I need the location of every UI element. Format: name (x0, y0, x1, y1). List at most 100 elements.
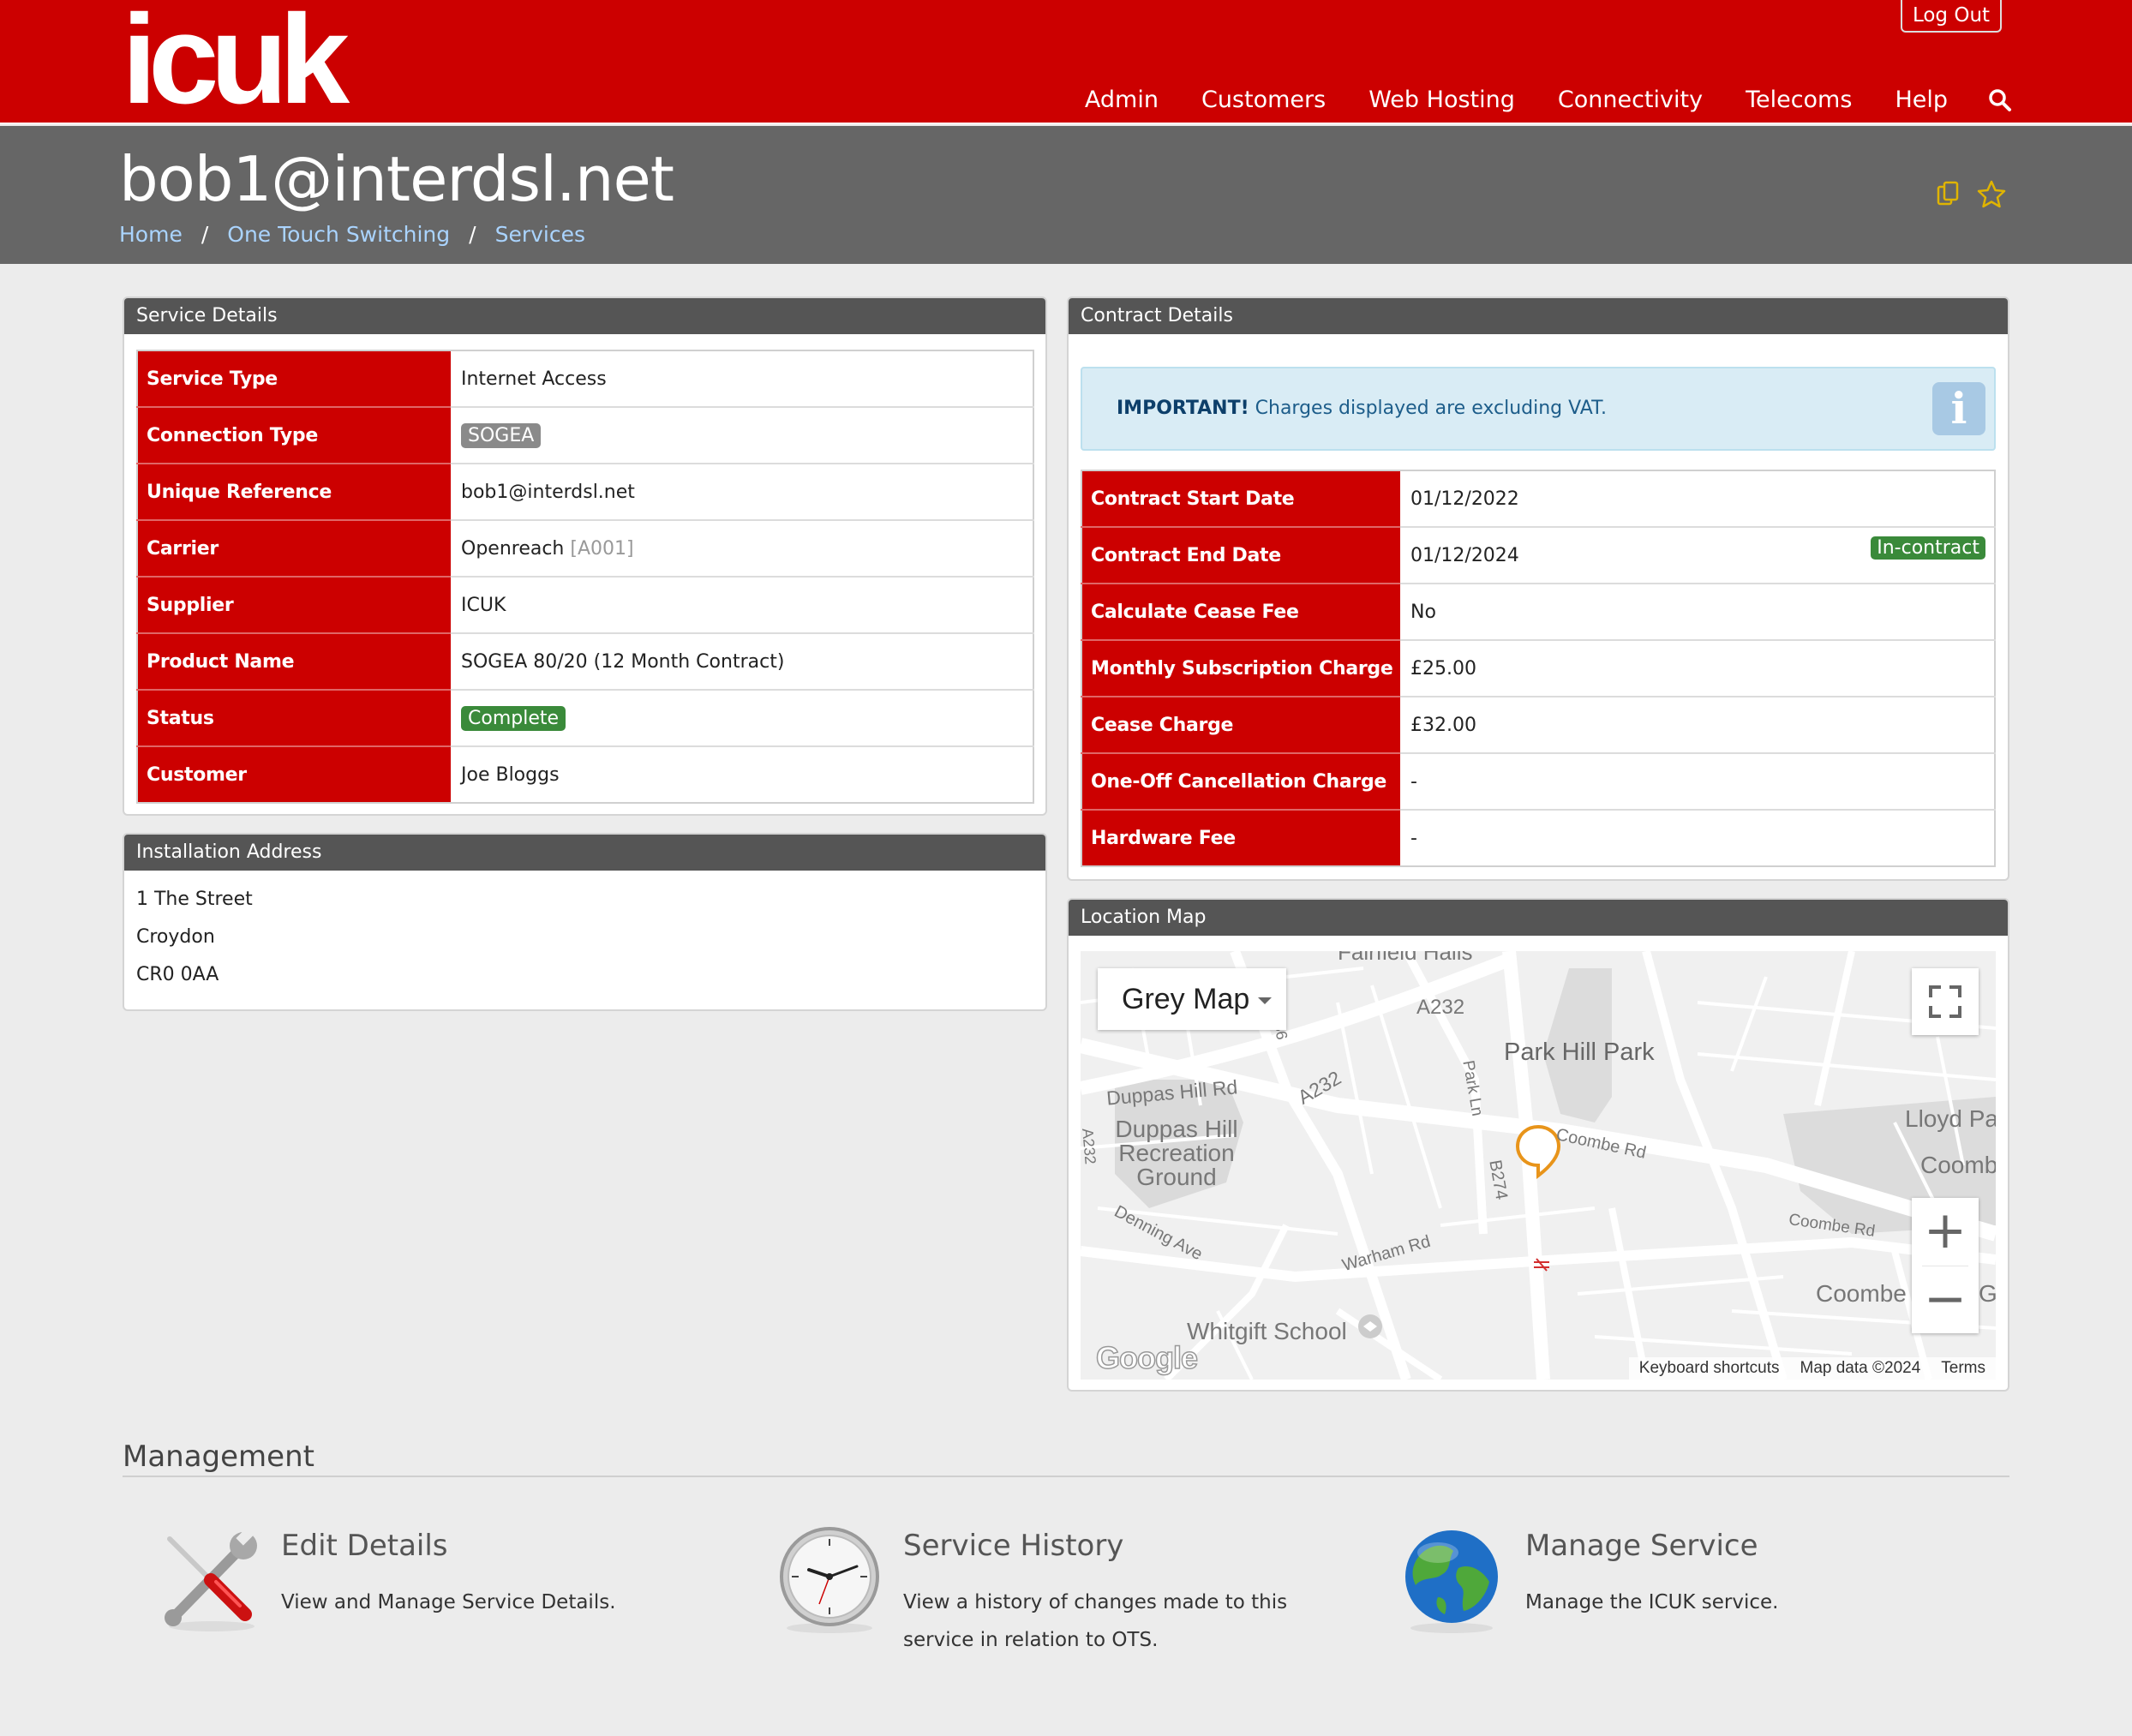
manage-service-desc: Manage the ICUK service. (1525, 1591, 1779, 1613)
table-row: Monthly Subscription Charge £25.00 (1081, 639, 1995, 697)
breadcrumb-home[interactable]: Home (119, 222, 183, 247)
row-value: 01/12/2022 (1410, 488, 1519, 510)
map-footer: Keyboard shortcuts Map data ©2024 Terms (1628, 1357, 1996, 1380)
location-map[interactable]: Fairfield Halls A232 Park Ln Park Hill P… (1081, 951, 1996, 1380)
icuk-logo[interactable]: icuk (122, 0, 350, 123)
manage-service-item[interactable]: Manage Service Manage the ICUK service. (1400, 1525, 1914, 1662)
search-icon[interactable] (1969, 82, 2012, 118)
fullscreen-button[interactable] (1912, 968, 1979, 1035)
nav-web-hosting[interactable]: Web Hosting (1347, 82, 1536, 118)
copy-icon[interactable] (1935, 179, 1964, 213)
title-bar: bob1@interdsl.net Home / One Touch Switchi… (0, 126, 2132, 264)
location-map-panel: Location Map Fairfield Halls A232 Park L… (1067, 898, 2009, 1392)
row-label: Calculate Cease Fee (1081, 583, 1400, 640)
manage-service-title[interactable]: Manage Service (1525, 1529, 1758, 1563)
panel-heading: Contract Details (1069, 298, 2008, 334)
contract-details-table: Contract Start Date 01/12/2022 Contract E… (1081, 470, 1996, 867)
title-actions (1935, 179, 2007, 213)
star-icon[interactable] (1976, 179, 2007, 213)
contract-status-badge: In-contract (1871, 536, 1985, 560)
top-header: icuk Log Out Admin Customers Web Hosting… (0, 0, 2132, 124)
zoom-in-button[interactable]: + (1912, 1198, 1979, 1266)
map-type-label: Grey Map (1122, 983, 1250, 1015)
alert-text: Charges displayed are excluding VAT. (1249, 398, 1607, 419)
nav-telecoms[interactable]: Telecoms (1724, 82, 1873, 118)
row-label: Supplier (137, 576, 451, 633)
map-label: Whitgift School (1187, 1318, 1347, 1344)
row-label: Service Type (137, 350, 451, 407)
map-label: Ground (1136, 1164, 1217, 1190)
map-label: Fairfield Halls (1338, 951, 1473, 965)
map-data-attribution: Map data ©2024 (1800, 1359, 1921, 1377)
row-label: Contract Start Date (1081, 470, 1400, 527)
row-label: Customer (137, 745, 451, 803)
row-value: Joe Bloggs (451, 745, 1033, 803)
management-heading: Management (123, 1440, 314, 1474)
row-value: £32.00 (1400, 696, 1995, 753)
clock-icon (778, 1525, 889, 1637)
keyboard-shortcuts-link[interactable]: Keyboard shortcuts (1639, 1357, 1780, 1380)
panel-heading: Location Map (1069, 900, 2008, 936)
info-icon: i (1932, 382, 1985, 435)
map-label: Lloyd Pa (1905, 1105, 1996, 1132)
panel-heading: Installation Address (124, 835, 1045, 871)
row-value: - (1400, 809, 1995, 866)
map-label: A232 (1416, 996, 1465, 1019)
zoom-controls: + − (1912, 1198, 1979, 1333)
google-logo[interactable]: Google (1095, 1339, 1199, 1376)
row-label: Connection Type (137, 406, 451, 464)
map-label: Park Hill Park (1504, 1039, 1655, 1066)
breadcrumb-one-touch-switching[interactable]: One Touch Switching (227, 222, 450, 247)
table-row: Contract End Date 01/12/2024 In-contract (1081, 526, 1995, 584)
row-label: Monthly Subscription Charge (1081, 639, 1400, 697)
tools-icon (156, 1525, 267, 1637)
panel-heading: Service Details (124, 298, 1045, 334)
nav-help[interactable]: Help (1873, 82, 1969, 118)
nav-customers[interactable]: Customers (1180, 82, 1347, 118)
service-details-table: Service Type Internet Access Connection T… (136, 350, 1034, 804)
address-line: Croydon (136, 926, 215, 948)
row-label: Status (137, 689, 451, 746)
map-label: A232 (1081, 1128, 1099, 1165)
table-row: Contract Start Date 01/12/2022 (1081, 470, 1995, 527)
row-label: Product Name (137, 632, 451, 690)
table-row: Customer Joe Bloggs (137, 745, 1033, 803)
installation-address-panel: Installation Address 1 The Street Croydo… (123, 833, 1047, 1011)
globe-icon (1400, 1525, 1512, 1637)
map-type-dropdown[interactable]: Grey Map (1098, 968, 1286, 1030)
alert-strong: IMPORTANT! (1117, 398, 1249, 419)
table-row: Supplier ICUK (137, 576, 1033, 633)
contract-details-panel: Contract Details IMPORTANT! Charges disp… (1067, 296, 2009, 881)
zoom-out-button[interactable]: − (1912, 1266, 1979, 1334)
row-value: ICUK (451, 576, 1033, 633)
table-row: Connection Type SOGEA (137, 406, 1033, 464)
vat-info-alert: IMPORTANT! Charges displayed are excludi… (1081, 367, 1996, 451)
terms-link[interactable]: Terms (1941, 1357, 1985, 1380)
row-label: Cease Charge (1081, 696, 1400, 753)
carrier-code: [A001] (570, 537, 634, 560)
service-history-item[interactable]: Service History View a history of change… (778, 1525, 1361, 1662)
caret-down-icon (1258, 997, 1273, 1005)
service-history-desc: View a history of changes made to this s… (903, 1591, 1288, 1651)
row-label: One-Off Cancellation Charge (1081, 752, 1400, 810)
edit-details-title[interactable]: Edit Details (281, 1529, 448, 1563)
map-label: Coomb (1920, 1152, 1996, 1178)
connection-type-badge: SOGEA (461, 422, 542, 448)
service-details-panel: Service Details Service Type Internet Acc… (123, 296, 1047, 816)
nav-connectivity[interactable]: Connectivity (1536, 82, 1724, 118)
logout-button[interactable]: Log Out (1901, 0, 2002, 33)
edit-details-item[interactable]: Edit Details View and Manage Service Det… (156, 1525, 670, 1662)
row-value: bob1@interdsl.net (451, 463, 1033, 520)
row-value: No (1400, 583, 1995, 640)
row-value: - (1400, 752, 1995, 810)
row-label: Hardware Fee (1081, 809, 1400, 866)
table-row: Calculate Cease Fee No (1081, 583, 1995, 640)
nav-admin[interactable]: Admin (1063, 82, 1180, 118)
table-row: Carrier Openreach [A001] (137, 519, 1033, 577)
address-line: 1 The Street (136, 889, 253, 910)
status-badge: Complete (461, 705, 566, 731)
service-history-title[interactable]: Service History (903, 1529, 1123, 1563)
map-label: Coombe (1816, 1280, 1907, 1307)
divider (123, 1476, 2009, 1477)
breadcrumb-services[interactable]: Services (495, 222, 585, 247)
